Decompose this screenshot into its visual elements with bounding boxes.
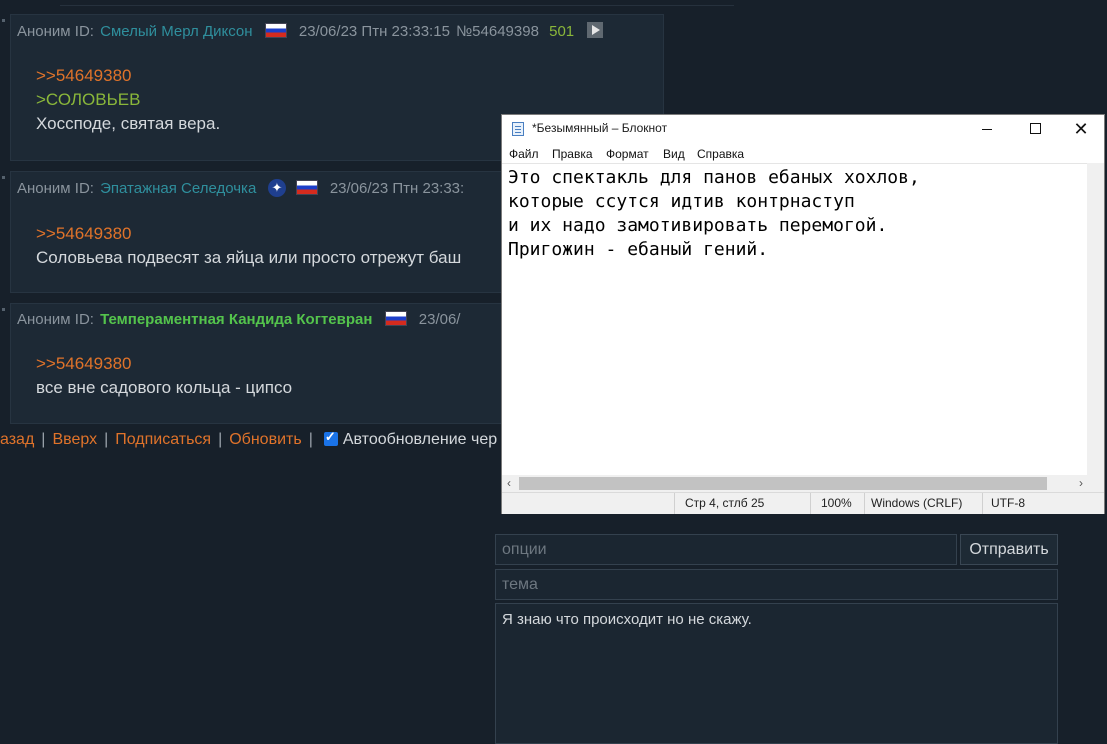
menu-edit[interactable]: Правка — [552, 147, 593, 161]
post-header: Аноним ID: Темпераментная Кандида Когтев… — [17, 311, 462, 329]
post-marker — [2, 176, 5, 179]
quote-text: >СОЛОВЬЕВ — [36, 90, 141, 109]
notepad-title: *Безымянный – Блокнот — [532, 121, 668, 135]
thread-nav-bar: азад | Вверх | Подписаться | Обновить | Автообно… — [0, 429, 498, 449]
status-divider — [810, 493, 811, 514]
menu-help[interactable]: Справка — [697, 147, 744, 161]
post-body: >>54649380 Соловьева подвесят за яйца ил… — [36, 222, 461, 270]
back-link[interactable]: азад — [0, 431, 34, 448]
post-datetime: 23/06/23 Птн 23:33: — [329, 180, 465, 197]
scroll-right-icon[interactable]: › — [1079, 475, 1083, 492]
menu-view[interactable]: Вид — [663, 147, 685, 161]
menu-file[interactable]: Файл — [509, 147, 539, 161]
reply-link[interactable]: >>54649380 — [36, 64, 220, 88]
post-marker — [2, 308, 5, 311]
russia-flag-icon — [264, 23, 287, 38]
notepad-titlebar[interactable]: *Безымянный – Блокнот ✕ — [502, 115, 1104, 143]
nato-icon — [268, 179, 287, 197]
status-divider — [864, 493, 865, 514]
maximize-icon[interactable] — [1012, 115, 1058, 143]
scroll-left-icon[interactable]: ‹ — [507, 475, 511, 492]
anon-label: Аноним ID: — [17, 180, 94, 197]
horizontal-scrollbar[interactable]: ‹ › — [502, 475, 1088, 492]
notepad-window: *Безымянный – Блокнот ✕ Файл Правка Форм… — [501, 114, 1105, 514]
notepad-statusbar: Стр 4, стлб 25 100% Windows (CRLF) UTF-8 — [502, 492, 1104, 514]
russia-flag-icon — [384, 311, 407, 326]
poster-name[interactable]: Эпатажная Селедочка — [100, 180, 256, 197]
nav-separator: | — [104, 431, 109, 448]
menu-format[interactable]: Формат — [606, 147, 649, 161]
submit-button[interactable]: Отправить — [960, 534, 1058, 565]
nav-separator: | — [41, 431, 46, 448]
nav-separator: | — [308, 431, 313, 448]
post-body: >>54649380 >СОЛОВЬЕВ Хоссподе, святая ве… — [36, 64, 220, 136]
previous-post-edge — [60, 0, 734, 6]
line-endings: Windows (CRLF) — [871, 496, 963, 510]
refresh-link[interactable]: Обновить — [229, 431, 301, 448]
post-header: Аноним ID: Эпатажная Селедочка 23/06/23 … — [17, 179, 466, 198]
subject-input[interactable]: тема — [495, 569, 1058, 600]
horizontal-scroll-thumb[interactable] — [519, 477, 1047, 490]
top-link[interactable]: Вверх — [52, 431, 97, 448]
anon-label: Аноним ID: — [17, 23, 94, 40]
post-number[interactable]: №54649398 — [456, 23, 539, 40]
auto-update-label: Автообновление чер — [342, 431, 498, 448]
comment-textarea[interactable]: Я знаю что происходит но не скажу. — [495, 603, 1058, 744]
subscribe-link[interactable]: Подписаться — [115, 431, 211, 448]
status-divider — [674, 493, 675, 514]
nav-separator: | — [218, 431, 223, 448]
cursor-position: Стр 4, стлб 25 — [685, 496, 765, 510]
zoom-level: 100% — [821, 496, 852, 510]
close-icon[interactable]: ✕ — [1058, 115, 1104, 143]
reply-link[interactable]: >>54649380 — [36, 222, 461, 246]
post-marker — [2, 19, 5, 22]
post-message: Соловьева подвесят за яйца или просто от… — [36, 248, 462, 267]
notepad-text: Это спектакль для панов ебаных хохлов, к… — [508, 167, 920, 260]
post-datetime: 23/06/ — [418, 311, 461, 328]
scrollbar-corner — [1087, 475, 1104, 492]
post-menu-arrow-icon[interactable] — [587, 22, 604, 38]
poster-name[interactable]: Темпераментная Кандида Когтевран — [100, 311, 372, 328]
poster-name[interactable]: Смелый Мерл Диксон — [100, 23, 252, 40]
vertical-scrollbar[interactable] — [1087, 163, 1104, 475]
options-input[interactable]: опции — [495, 534, 957, 565]
post-reply-count[interactable]: 501 — [549, 23, 574, 40]
post-header: Аноним ID: Смелый Мерл Диксон 23/06/23 П… — [17, 22, 605, 41]
post-datetime: 23/06/23 Птн 23:33:15 — [298, 23, 450, 40]
status-divider — [982, 493, 983, 514]
anon-label: Аноним ID: — [17, 311, 94, 328]
russia-flag-icon — [295, 180, 318, 195]
notepad-text-area[interactable]: Это спектакль для панов ебаных хохлов, к… — [502, 163, 1088, 476]
minimize-icon[interactable] — [964, 115, 1010, 143]
auto-update-checkbox[interactable] — [323, 429, 338, 446]
post-message: Хоссподе, святая вера. — [36, 114, 221, 133]
encoding: UTF-8 — [991, 496, 1025, 510]
reply-link[interactable]: >>54649380 — [36, 352, 292, 376]
post-body: >>54649380 все вне садового кольца - цип… — [36, 352, 292, 400]
notepad-app-icon — [512, 122, 524, 136]
post-message: все вне садового кольца - ципсо — [36, 378, 293, 397]
